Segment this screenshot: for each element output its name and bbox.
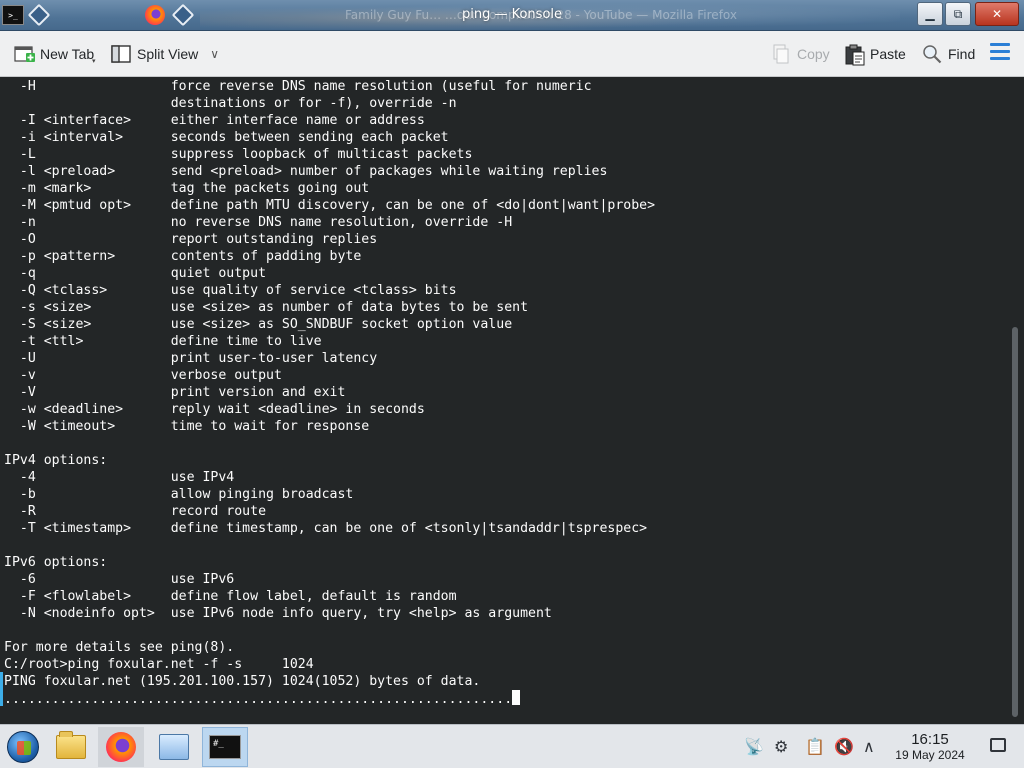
terminal-line: -L suppress loopback of multicast packet… — [4, 147, 473, 162]
terminal-view[interactable]: -H force reverse DNS name resolution (us… — [0, 77, 1024, 724]
volume-muted-icon[interactable]: 🔇 — [834, 737, 854, 756]
selection-marker — [0, 672, 3, 706]
start-orb-icon — [7, 731, 39, 763]
show-desktop-icon[interactable] — [990, 738, 1006, 752]
firefox-icon — [106, 732, 136, 762]
window-title: ping — Konsole — [461, 7, 563, 22]
terminal-line: For more details see ping(8). — [4, 640, 235, 655]
hamburger-menu-icon[interactable] — [990, 43, 1010, 61]
copy-label: Copy — [797, 46, 830, 62]
chevron-down-icon: ∨ — [210, 47, 220, 61]
clock-date[interactable]: 19 May 2024 — [885, 748, 975, 762]
terminal-line: IPv4 options: — [4, 453, 108, 468]
scrollbar-thumb[interactable] — [1012, 327, 1018, 717]
taskbar: #_ 📡 ⚙ 📋 🔇 ∧ 16:15 19 May 2024 — [0, 724, 1024, 768]
terminal-output: -H force reverse DNS name resolution (us… — [4, 78, 655, 707]
find-button[interactable]: Find — [922, 43, 975, 65]
new-tab-button[interactable]: New Tab — [14, 43, 94, 65]
find-label: Find — [948, 46, 976, 62]
new-tab-icon — [14, 44, 35, 64]
copy-button[interactable]: Copy — [771, 43, 830, 65]
terminal-line: -N <nodeinfo opt> use IPv6 node info que… — [4, 606, 552, 621]
taskbar-item-konsole[interactable]: #_ — [202, 727, 248, 767]
clipboard-icon[interactable]: 📋 — [805, 737, 825, 756]
split-view-button[interactable]: Split View ∨ — [111, 43, 219, 65]
expand-tray-icon[interactable]: ∧ — [863, 737, 875, 756]
maximize-button[interactable]: ⧉ — [945, 2, 971, 26]
terminal-line: -V print version and exit — [4, 385, 346, 400]
taskbar-item-system-settings[interactable] — [151, 727, 197, 767]
terminal-line: -v verbose output — [4, 368, 282, 383]
folder-icon — [56, 731, 86, 759]
minimize-icon: ▁ — [925, 7, 935, 21]
terminal-line: -n no reverse DNS name resolution, overr… — [4, 215, 513, 230]
new-tab-label: New Tab — [40, 46, 95, 62]
terminal-line: -w <deadline> reply wait <deadline> in s… — [4, 402, 425, 417]
terminal-line: PING foxular.net (195.201.100.157) 1024(… — [4, 674, 481, 689]
new-tab-menu-caret-icon[interactable]: ▾ — [92, 57, 96, 65]
clock-time[interactable]: 16:15 — [890, 731, 970, 748]
terminal-line: -m <mark> tag the packets going out — [4, 181, 370, 196]
close-button[interactable]: ✕ — [975, 2, 1019, 26]
taskbar-item-file-manager[interactable] — [48, 727, 94, 767]
system-settings-icon — [159, 734, 189, 760]
terminal-line: -t <ttl> define time to live — [4, 334, 322, 349]
start-menu-button[interactable] — [0, 727, 46, 767]
taskbar-item-firefox[interactable] — [98, 727, 144, 767]
paste-label: Paste — [870, 46, 906, 62]
minimize-button[interactable]: ▁ — [917, 2, 943, 26]
terminal-line: -Q <tclass> use quality of service <tcla… — [4, 283, 457, 298]
terminal-line: -O report outstanding replies — [4, 232, 378, 247]
terminal-line: IPv6 options: — [4, 555, 108, 570]
konsole-toolbar: New Tab ▾ Split View ∨ Copy Paste Find — [0, 31, 1024, 77]
konsole-icon: #_ — [209, 735, 241, 759]
terminal-line: ........................................… — [4, 690, 655, 707]
split-view-label: Split View — [137, 46, 199, 62]
terminal-line: -I <interface> either interface name or … — [4, 113, 425, 128]
terminal-line: -M <pmtud opt> define path MTU discovery… — [4, 198, 656, 213]
restore-icon: ⧉ — [953, 6, 963, 21]
terminal-cursor — [512, 690, 521, 705]
terminal-line: -i <interval> seconds between sending ea… — [4, 130, 449, 145]
terminal-line: destinations or for -f), override -n — [4, 96, 457, 111]
title-bar[interactable]: >_ Family Guy Fu… …our Compilation 28 - … — [0, 0, 1024, 31]
paste-icon — [844, 44, 865, 66]
terminal-line: -R record route — [4, 504, 267, 519]
paste-button[interactable]: Paste — [844, 43, 906, 66]
terminal-line: -s <size> use <size> as number of data b… — [4, 300, 529, 315]
updates-icon[interactable]: ⚙ — [774, 737, 788, 756]
terminal-line: -U print user-to-user latency — [4, 351, 378, 366]
close-icon: ✕ — [991, 7, 1003, 21]
terminal-line: -6 use IPv6 — [4, 572, 235, 587]
terminal-line: -F <flowlabel> define flow label, defaul… — [4, 589, 457, 604]
terminal-line: -S <size> use <size> as SO_SNDBUF socket… — [4, 317, 513, 332]
terminal-line: -H force reverse DNS name resolution (us… — [4, 79, 592, 94]
terminal-line: -b allow pinging broadcast — [4, 487, 354, 502]
terminal-line: -p <pattern> contents of padding byte — [4, 249, 362, 264]
terminal-line: -q quiet output — [4, 266, 267, 281]
network-icon[interactable]: 📡 — [744, 737, 764, 756]
search-icon — [922, 44, 942, 64]
terminal-line: C:/root>ping foxular.net -f -s 1024 — [4, 657, 314, 672]
terminal-line: -T <timestamp> define timestamp, can be … — [4, 521, 648, 536]
terminal-line: -l <preload> send <preload> number of pa… — [4, 164, 608, 179]
terminal-line: -W <timeout> time to wait for response — [4, 419, 370, 434]
copy-icon — [771, 44, 791, 64]
terminal-line: -4 use IPv4 — [4, 470, 235, 485]
split-view-icon — [111, 44, 131, 64]
